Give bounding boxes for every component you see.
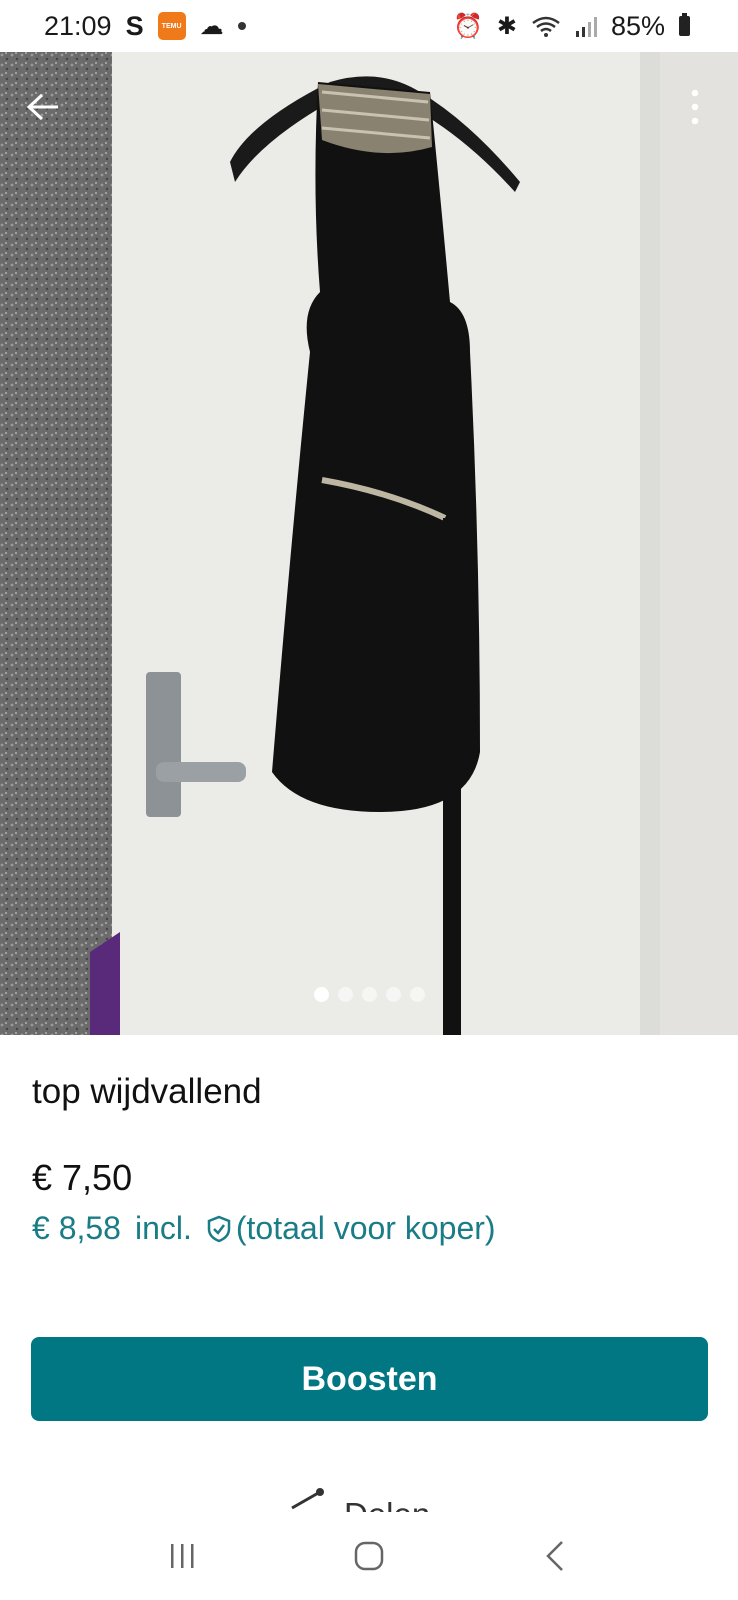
page-dot[interactable] bbox=[337, 987, 353, 1002]
recents-button[interactable] bbox=[153, 1526, 213, 1586]
battery-level: 85% bbox=[610, 10, 665, 41]
page-dot[interactable] bbox=[361, 987, 377, 1002]
temu-icon: TEMU bbox=[157, 12, 186, 40]
home-icon bbox=[354, 1541, 384, 1571]
item-title: top wijdvallend bbox=[32, 1072, 262, 1111]
page-dot[interactable] bbox=[385, 987, 401, 1002]
s-app-icon: S bbox=[125, 10, 144, 41]
product-image bbox=[0, 52, 738, 1035]
status-bar: 21:09 S TEMU ☁ ⏰ ✱ 85% bbox=[0, 0, 738, 52]
incl-label: incl. bbox=[134, 1210, 192, 1246]
price-incl-row[interactable]: € 8,58 incl. (totaal voor koper) bbox=[32, 1210, 496, 1247]
alarm-icon: ⏰ bbox=[452, 12, 483, 40]
back-button[interactable] bbox=[18, 82, 68, 132]
signal-icon bbox=[575, 17, 597, 37]
battery-icon bbox=[679, 13, 690, 36]
item-price: € 7,50 bbox=[32, 1157, 133, 1198]
status-right: ⏰ ✱ 85% bbox=[453, 11, 690, 42]
shield-check-icon bbox=[207, 1215, 231, 1242]
system-nav-bar bbox=[0, 1512, 738, 1600]
cloud-icon: ☁ bbox=[199, 12, 224, 40]
status-time: 21:09 bbox=[44, 10, 112, 41]
system-back-button[interactable] bbox=[525, 1526, 585, 1586]
home-button[interactable] bbox=[339, 1526, 399, 1586]
back-icon bbox=[546, 1541, 563, 1571]
wifi-icon bbox=[532, 16, 560, 37]
share-label: Delen bbox=[344, 1496, 430, 1512]
notification-dot-icon bbox=[237, 22, 246, 30]
photo-pagination[interactable] bbox=[0, 987, 738, 1002]
boost-button[interactable]: Boosten bbox=[31, 1337, 708, 1421]
more-vertical-icon bbox=[691, 89, 699, 125]
status-left: 21:09 S TEMU ☁ bbox=[44, 11, 246, 42]
more-options-button[interactable] bbox=[670, 82, 720, 132]
recents-icon bbox=[171, 1544, 194, 1568]
page-dot-active[interactable] bbox=[313, 987, 329, 1002]
arrow-left-icon bbox=[26, 93, 58, 121]
share-button[interactable]: Delen bbox=[290, 1486, 430, 1512]
product-photo[interactable] bbox=[0, 52, 738, 1035]
incl-note: (totaal voor koper) bbox=[235, 1210, 496, 1246]
page-dot[interactable] bbox=[409, 987, 425, 1002]
share-icon bbox=[291, 1488, 324, 1510]
price-incl-amount: € 8,58 bbox=[32, 1210, 121, 1246]
bluetooth-icon: ✱ bbox=[496, 12, 517, 40]
